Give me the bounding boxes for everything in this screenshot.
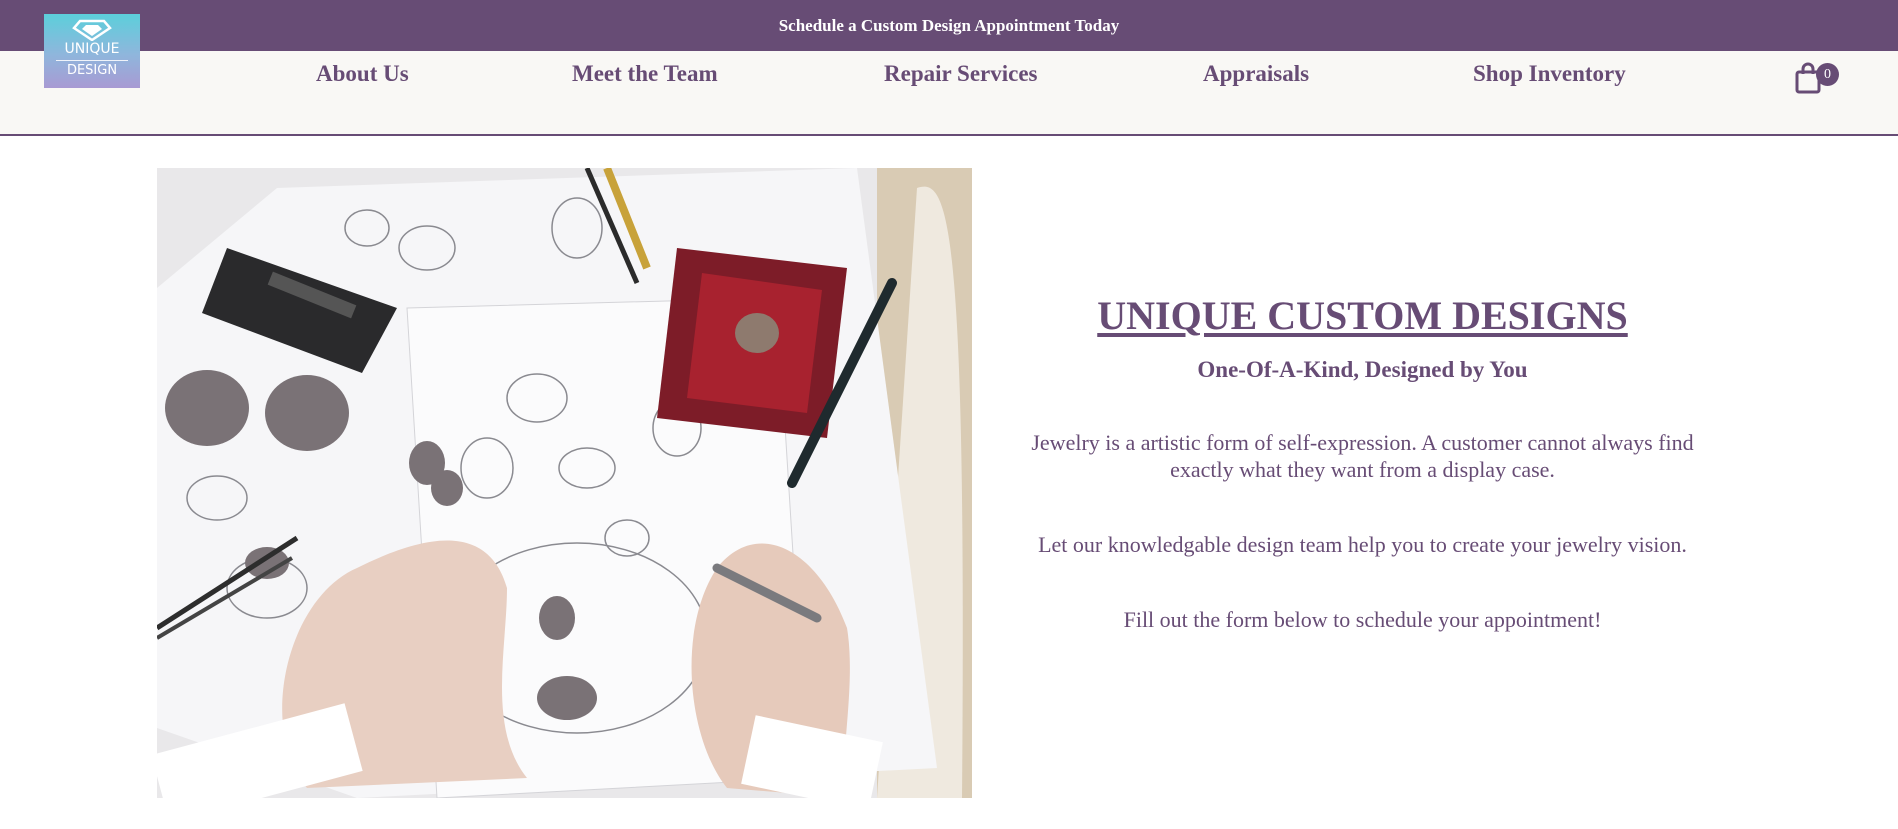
hero-copy: UNIQUE CUSTOM DESIGNS One-Of-A-Kind, Des…: [995, 290, 1730, 633]
nav-repair-services[interactable]: Repair Services: [884, 61, 1038, 87]
logo-text-top: UNIQUE: [64, 41, 120, 57]
nav-meet-the-team[interactable]: Meet the Team: [572, 61, 718, 87]
jewelry-sketch-image: [157, 168, 972, 798]
hero-paragraph-3: Fill out the form below to schedule your…: [1123, 607, 1602, 632]
nav-appraisals[interactable]: Appraisals: [1203, 61, 1309, 87]
nav-shop-inventory[interactable]: Shop Inventory: [1473, 61, 1626, 87]
hero-paragraph-2: Let our knowledgable design team help yo…: [1038, 532, 1687, 557]
announcement-bar[interactable]: Schedule a Custom Design Appointment Tod…: [0, 0, 1898, 51]
hero-subtitle: One-Of-A-Kind, Designed by You: [1197, 357, 1528, 382]
diamond-icon: [72, 19, 112, 41]
announcement-text[interactable]: Schedule a Custom Design Appointment Tod…: [779, 16, 1120, 36]
site-logo[interactable]: UNIQUE DESIGN: [44, 14, 140, 88]
site-header: UNIQUE DESIGN About Us Meet the Team Rep…: [0, 14, 1898, 136]
hero-paragraph-1: Jewelry is a artistic form of self-expre…: [1031, 430, 1694, 482]
nav-about-us[interactable]: About Us: [316, 61, 409, 87]
hero-title: UNIQUE CUSTOM DESIGNS: [1097, 293, 1628, 338]
cart-count-badge: 0: [1816, 63, 1839, 86]
logo-text-bottom: DESIGN: [66, 63, 118, 78]
logo-divider: [56, 60, 128, 61]
